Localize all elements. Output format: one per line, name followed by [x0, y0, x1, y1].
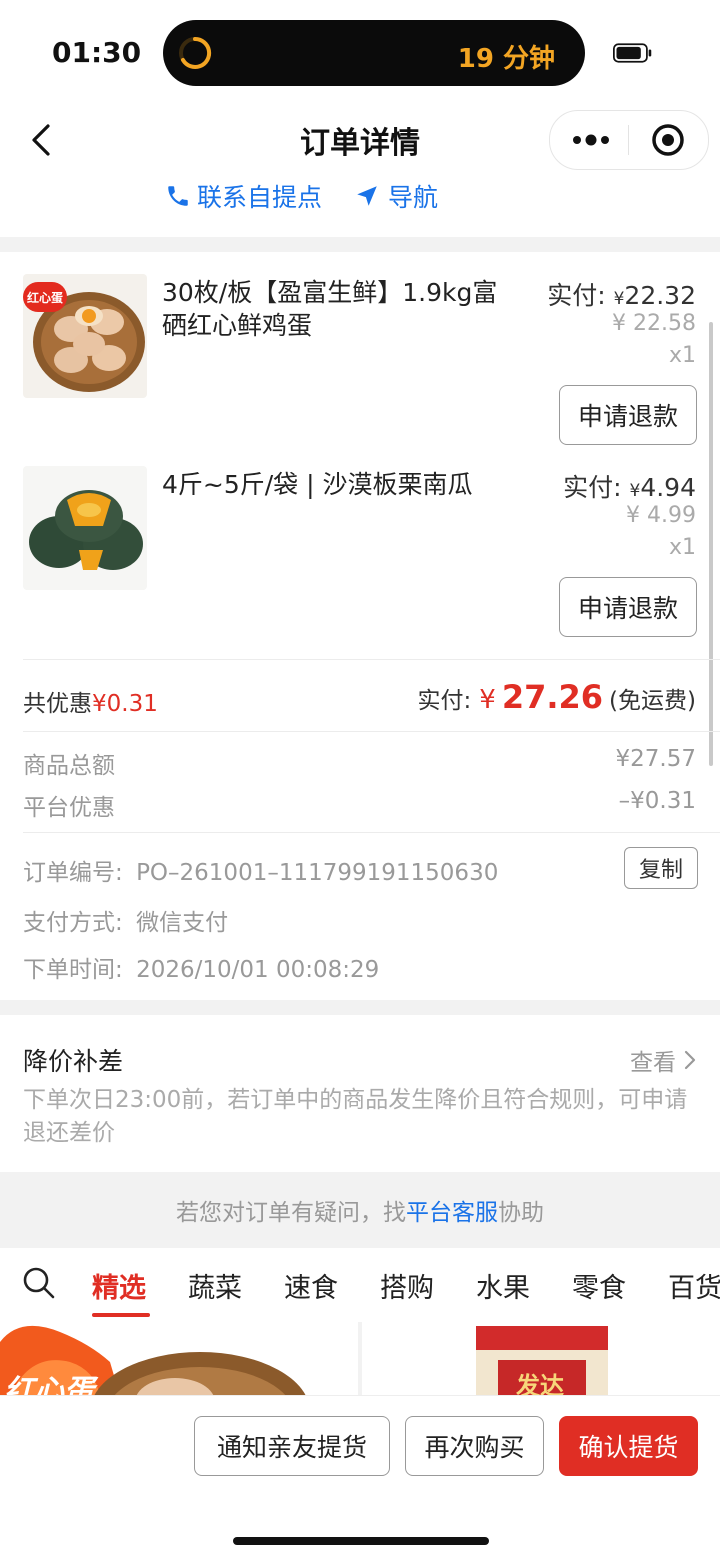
- timer-ring-icon: [179, 36, 212, 69]
- payment-method: 微信支付: [136, 910, 229, 936]
- card-package-text: 发达: [516, 1372, 564, 1396]
- payment-label: 支付方式:: [23, 910, 123, 936]
- discount-label: 共优惠: [23, 691, 92, 717]
- product-image-badge: 红心蛋: [23, 282, 67, 312]
- price-drop-title: 降价补差: [23, 1047, 124, 1076]
- paid-total-value: 27.26: [501, 678, 604, 716]
- paid-value: 4.94: [640, 473, 696, 502]
- platform-discount-value: –¥0.31: [618, 788, 696, 814]
- product-original-price: ¥ 22.58: [612, 311, 696, 336]
- product-quantity: x1: [668, 535, 696, 560]
- active-tab-underline: [92, 1313, 150, 1317]
- copy-button[interactable]: 复制: [624, 847, 698, 889]
- tab-fruit[interactable]: 水果: [476, 1266, 530, 1305]
- goods-total-value: ¥27.57: [615, 746, 696, 772]
- view-label: 查看: [630, 1050, 676, 1076]
- phone-icon: [168, 186, 188, 206]
- tab-general-goods[interactable]: 百货: [668, 1266, 720, 1305]
- goods-total-label: 商品总额: [23, 753, 115, 779]
- status-time: 01:30: [52, 36, 142, 69]
- navigate-label: 导航: [388, 183, 439, 212]
- order-number-row: 订单编号: PO–261001–111799191150630: [23, 853, 498, 887]
- tab-featured[interactable]: 精选: [92, 1266, 146, 1305]
- discount-summary: 共优惠¥0.31: [23, 684, 158, 718]
- currency-symbol: ¥: [629, 481, 641, 501]
- order-time: 2026/10/01 00:08:29: [136, 957, 380, 983]
- refund-button[interactable]: 申请退款: [559, 577, 697, 637]
- product-name[interactable]: 4斤~5斤/袋 | 沙漠板栗南瓜: [162, 468, 517, 501]
- paid-total: 实付: ¥ 27.26 (免运费): [418, 678, 696, 716]
- divider: [23, 659, 720, 660]
- product-image-eggs[interactable]: 红心蛋: [23, 274, 147, 398]
- product-image-pumpkin[interactable]: [23, 466, 147, 590]
- navigate-link[interactable]: 导航: [354, 178, 438, 214]
- home-indicator: [233, 1537, 489, 1545]
- product-card[interactable]: 红心蛋: [0, 1322, 358, 1396]
- currency-symbol: ¥: [613, 289, 625, 309]
- tab-fast-food[interactable]: 速食: [284, 1266, 338, 1305]
- product-name[interactable]: 30枚/板【盈富生鲜】1.9kg富硒红心鲜鸡蛋: [162, 276, 517, 342]
- order-number-label: 订单编号:: [23, 860, 123, 886]
- paid-total-label: 实付:: [417, 688, 472, 714]
- navigation-arrow-icon: [357, 186, 377, 206]
- paid-value: 22.32: [624, 281, 696, 310]
- service-suffix: 协助: [498, 1200, 544, 1226]
- contact-pickup-label: 联系自提点: [197, 183, 323, 212]
- divider: [23, 832, 720, 833]
- price-drop-view-link[interactable]: 查看: [630, 1043, 698, 1077]
- chevron-right-icon: [684, 1050, 696, 1070]
- capsule-divider: [628, 125, 629, 155]
- tab-bundle[interactable]: 搭购: [380, 1266, 434, 1305]
- island-timer-text: 19 分钟: [457, 44, 555, 74]
- product-paid-price: 实付: ¥4.94: [563, 468, 696, 504]
- payment-row: 支付方式: 微信支付: [23, 903, 228, 937]
- notify-friends-button[interactable]: 通知亲友提货: [194, 1416, 390, 1476]
- tab-vegetables[interactable]: 蔬菜: [188, 1266, 242, 1305]
- divider: [23, 731, 720, 732]
- close-target-icon[interactable]: [650, 122, 686, 158]
- platform-service-link[interactable]: 平台客服: [406, 1193, 498, 1227]
- currency-symbol: ¥: [479, 685, 496, 715]
- discount-value: ¥0.31: [92, 691, 158, 717]
- product-quantity: x1: [668, 343, 696, 368]
- dynamic-island: 19 分钟: [163, 20, 585, 86]
- scroll-indicator: [709, 322, 713, 766]
- paid-label: 实付:: [563, 473, 622, 502]
- product-original-price: ¥ 4.99: [626, 503, 696, 528]
- more-dots-icon[interactable]: [572, 129, 610, 151]
- order-time-row: 下单时间: 2026/10/01 00:08:29: [23, 950, 379, 984]
- search-icon[interactable]: [22, 1266, 56, 1300]
- buy-again-button[interactable]: 再次购买: [405, 1416, 544, 1476]
- product-paid-price: 实付: ¥22.32: [547, 276, 696, 312]
- product-feed: 红心蛋 发达: [0, 1322, 720, 1396]
- contact-pickup-link[interactable]: 联系自提点: [165, 178, 322, 214]
- section-divider: [0, 1000, 720, 1015]
- order-time-label: 下单时间:: [23, 957, 123, 983]
- battery-icon: [613, 43, 652, 63]
- price-drop-description: 下单次日23:00前，若订单中的商品发生降价且符合规则，可申请退还差价: [23, 1087, 688, 1146]
- tab-snacks[interactable]: 零食: [572, 1266, 626, 1305]
- shipping-note: (免运费): [609, 688, 696, 714]
- customer-service-banner: 若您对订单有疑问，找 平台客服 协助: [0, 1172, 720, 1248]
- miniprogram-capsule: [549, 110, 709, 170]
- card-badge-text: 红心蛋: [4, 1374, 94, 1396]
- pumpkin-image: [23, 466, 147, 590]
- order-number: PO–261001–111799191150630: [136, 860, 499, 886]
- product-card[interactable]: 发达: [362, 1322, 720, 1396]
- section-divider: [0, 237, 720, 252]
- refund-button[interactable]: 申请退款: [559, 385, 697, 445]
- confirm-pickup-button[interactable]: 确认提货: [559, 1416, 698, 1476]
- service-prefix: 若您对订单有疑问，找: [176, 1200, 406, 1226]
- paid-label: 实付:: [547, 281, 606, 310]
- platform-discount-label: 平台优惠: [23, 795, 115, 821]
